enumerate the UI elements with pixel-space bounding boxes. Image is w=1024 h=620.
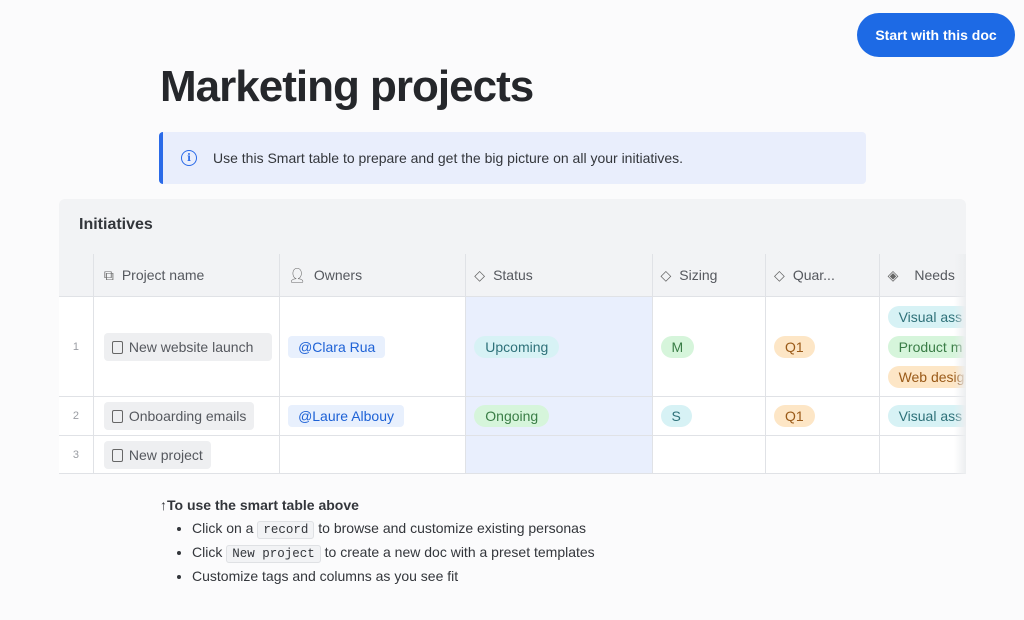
scroll-fade bbox=[954, 254, 966, 474]
quarter-tag: Q1 bbox=[774, 335, 815, 358]
doc-icon bbox=[111, 448, 123, 462]
tag-icon: ◈ bbox=[887, 266, 899, 283]
column-status[interactable]: ◇ Status bbox=[466, 254, 653, 296]
person-icon: 👤︎ bbox=[288, 266, 306, 283]
quarter-tag: Q1 bbox=[774, 405, 815, 427]
project-record[interactable]: New website launch bbox=[103, 332, 272, 361]
instructions: ↑To use the smart table above Click on a… bbox=[160, 497, 595, 587]
tag-icon: ◇ bbox=[474, 266, 486, 283]
sizing-tag: S bbox=[660, 405, 692, 427]
column-quarter[interactable]: ◇ Quar... bbox=[766, 254, 880, 296]
start-with-this-doc-button[interactable]: Start with this doc bbox=[857, 13, 1015, 57]
page-title: Marketing projects bbox=[160, 62, 534, 111]
doc-icon bbox=[111, 410, 123, 423]
info-icon: i bbox=[181, 150, 197, 166]
table-row[interactable]: 2 Onboarding emails @Laure Albouy Ongoin… bbox=[59, 397, 966, 436]
column-project-name[interactable]: ⧉ Project name bbox=[93, 254, 281, 296]
info-callout: i Use this Smart table to prepare and ge… bbox=[159, 132, 866, 184]
instruction-item: Customize tags and columns as you see fi… bbox=[192, 565, 595, 587]
doc-icon bbox=[111, 340, 123, 354]
smart-table: Initiatives ⧉ Project name 👤︎ Owners ◇ Stat… bbox=[59, 199, 966, 474]
status-tag: Ongoing bbox=[474, 405, 550, 427]
table-header: ⧉ Project name 👤︎ Owners ◇ Status ◇ Sizing ◇… bbox=[59, 254, 966, 297]
doc-link-icon: ⧉ bbox=[103, 266, 114, 283]
instructions-heading: ↑To use the smart table above bbox=[160, 497, 359, 513]
callout-text: Use this Smart table to prepare and get … bbox=[213, 150, 684, 166]
column-owners[interactable]: 👤︎ Owners bbox=[280, 254, 467, 296]
instruction-item: Click on a record to browse and customiz… bbox=[192, 517, 595, 541]
project-record[interactable]: Onboarding emails bbox=[103, 402, 255, 430]
column-sizing[interactable]: ◇ Sizing bbox=[652, 254, 767, 296]
table-title: Initiatives bbox=[79, 216, 153, 233]
instruction-item: Click New project to create a new doc wi… bbox=[192, 541, 595, 565]
tag-icon: ◇ bbox=[660, 266, 672, 283]
owner-mention[interactable]: @Clara Rua bbox=[288, 335, 386, 358]
owner-mention[interactable]: @Laure Albouy bbox=[288, 405, 405, 427]
sizing-tag: M bbox=[660, 335, 695, 358]
new-project-record[interactable]: New project bbox=[103, 440, 211, 469]
table-row[interactable]: 3 New project bbox=[59, 436, 966, 474]
tag-icon: ◇ bbox=[774, 266, 785, 283]
status-tag: Upcoming bbox=[474, 335, 560, 358]
table-row[interactable]: 1 New website launch @Clara Rua Upcoming… bbox=[59, 297, 966, 397]
